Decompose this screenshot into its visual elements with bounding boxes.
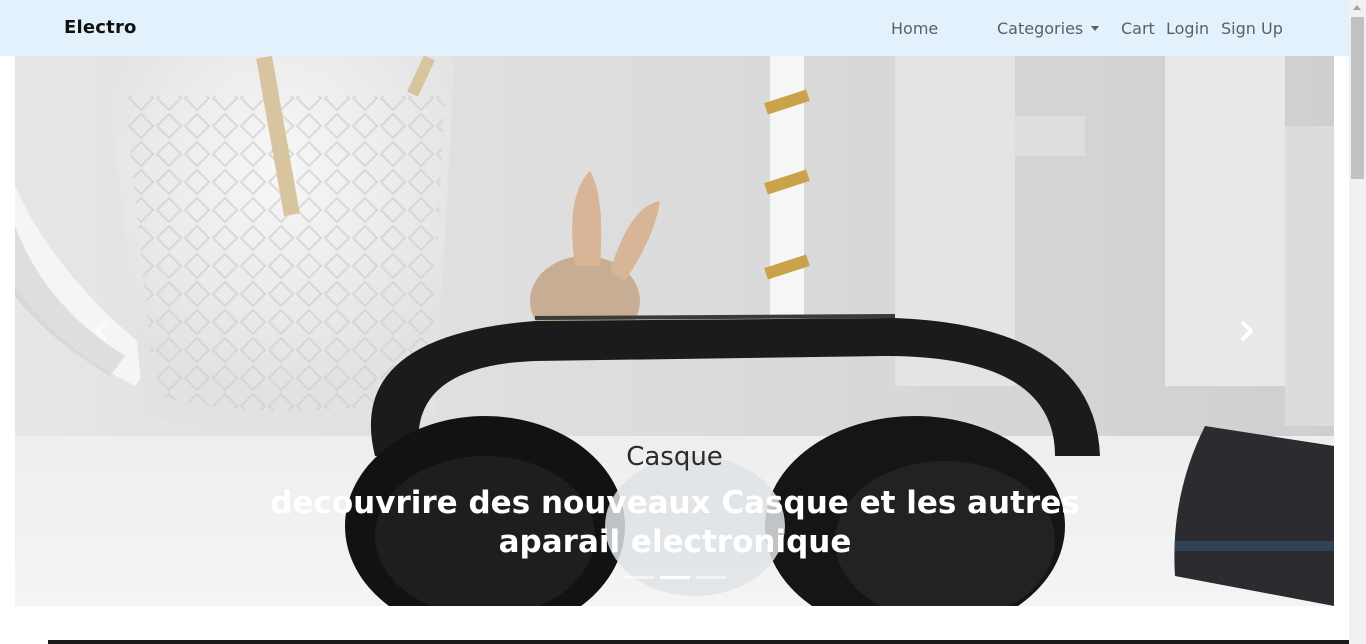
carousel-indicator-2[interactable] xyxy=(660,576,690,579)
nav-login-link[interactable]: Login xyxy=(1166,19,1209,38)
nav-categories-label: Categories xyxy=(997,19,1084,38)
nav-signup-link[interactable]: Sign Up xyxy=(1221,19,1283,38)
carousel-prev-button[interactable] xyxy=(81,316,121,346)
carousel-indicator-3[interactable] xyxy=(696,576,726,579)
section-divider xyxy=(48,640,1349,644)
nav-cart-link[interactable]: Cart xyxy=(1121,19,1155,38)
hero-carousel: Casque decouvrire des nouveaux Casque et… xyxy=(15,56,1334,606)
carousel-indicator-1[interactable] xyxy=(624,576,654,579)
slide-caption-title: Casque xyxy=(626,442,723,472)
scrollbar-thumb[interactable] xyxy=(1351,17,1364,179)
brand-logo[interactable]: Electro xyxy=(64,17,137,38)
scroll-up-icon[interactable] xyxy=(1353,5,1361,10)
caret-down-icon xyxy=(1091,26,1100,31)
navbar: Electro Home Categories Cart Login Sign … xyxy=(0,0,1349,56)
chevron-right-icon xyxy=(1241,321,1253,341)
nav-home-link[interactable]: Home xyxy=(891,19,938,38)
nav-categories-dropdown[interactable]: Categories xyxy=(997,19,1100,38)
slide-caption-text: decouvrire des nouveaux Casque et les au… xyxy=(270,485,1080,560)
page-scrollbar[interactable] xyxy=(1349,0,1366,644)
chevron-left-icon xyxy=(95,321,107,341)
carousel-next-button[interactable] xyxy=(1227,316,1267,346)
